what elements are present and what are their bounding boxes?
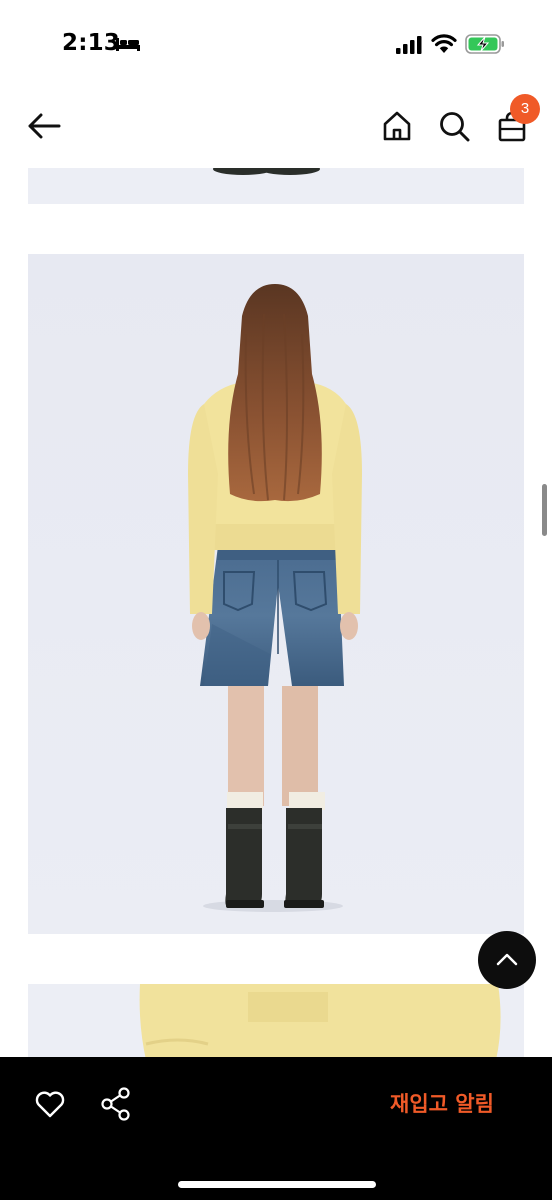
battery-charging-icon xyxy=(465,34,504,54)
chevron-up-icon xyxy=(496,953,518,966)
navigation-bar: 3 xyxy=(0,90,552,168)
product-image-sweater-closeup xyxy=(28,984,524,1060)
heart-icon[interactable] xyxy=(34,1089,66,1119)
scroll-indicator[interactable] xyxy=(542,484,547,536)
back-arrow-icon[interactable] xyxy=(26,111,62,141)
product-image-boots-partial xyxy=(28,168,524,204)
search-icon[interactable] xyxy=(438,110,470,142)
wifi-icon xyxy=(431,34,457,53)
home-indicator xyxy=(178,1181,376,1188)
home-icon[interactable] xyxy=(381,110,413,142)
product-image-back-view xyxy=(28,254,524,934)
cart-count-badge: 3 xyxy=(510,94,540,124)
status-time: 2:13 xyxy=(62,30,121,56)
signal-icon xyxy=(396,36,422,54)
bed-icon xyxy=(116,38,140,51)
bottom-action-bar: 재입고 알림 xyxy=(0,1057,552,1200)
product-detail-screen: 2:13 3 재입고 알림 xyxy=(0,0,552,1200)
scroll-to-top-button[interactable] xyxy=(478,931,536,989)
share-icon[interactable] xyxy=(100,1087,132,1121)
restock-alert-button[interactable]: 재입고 알림 xyxy=(372,1083,512,1125)
status-bar: 2:13 xyxy=(0,0,552,90)
